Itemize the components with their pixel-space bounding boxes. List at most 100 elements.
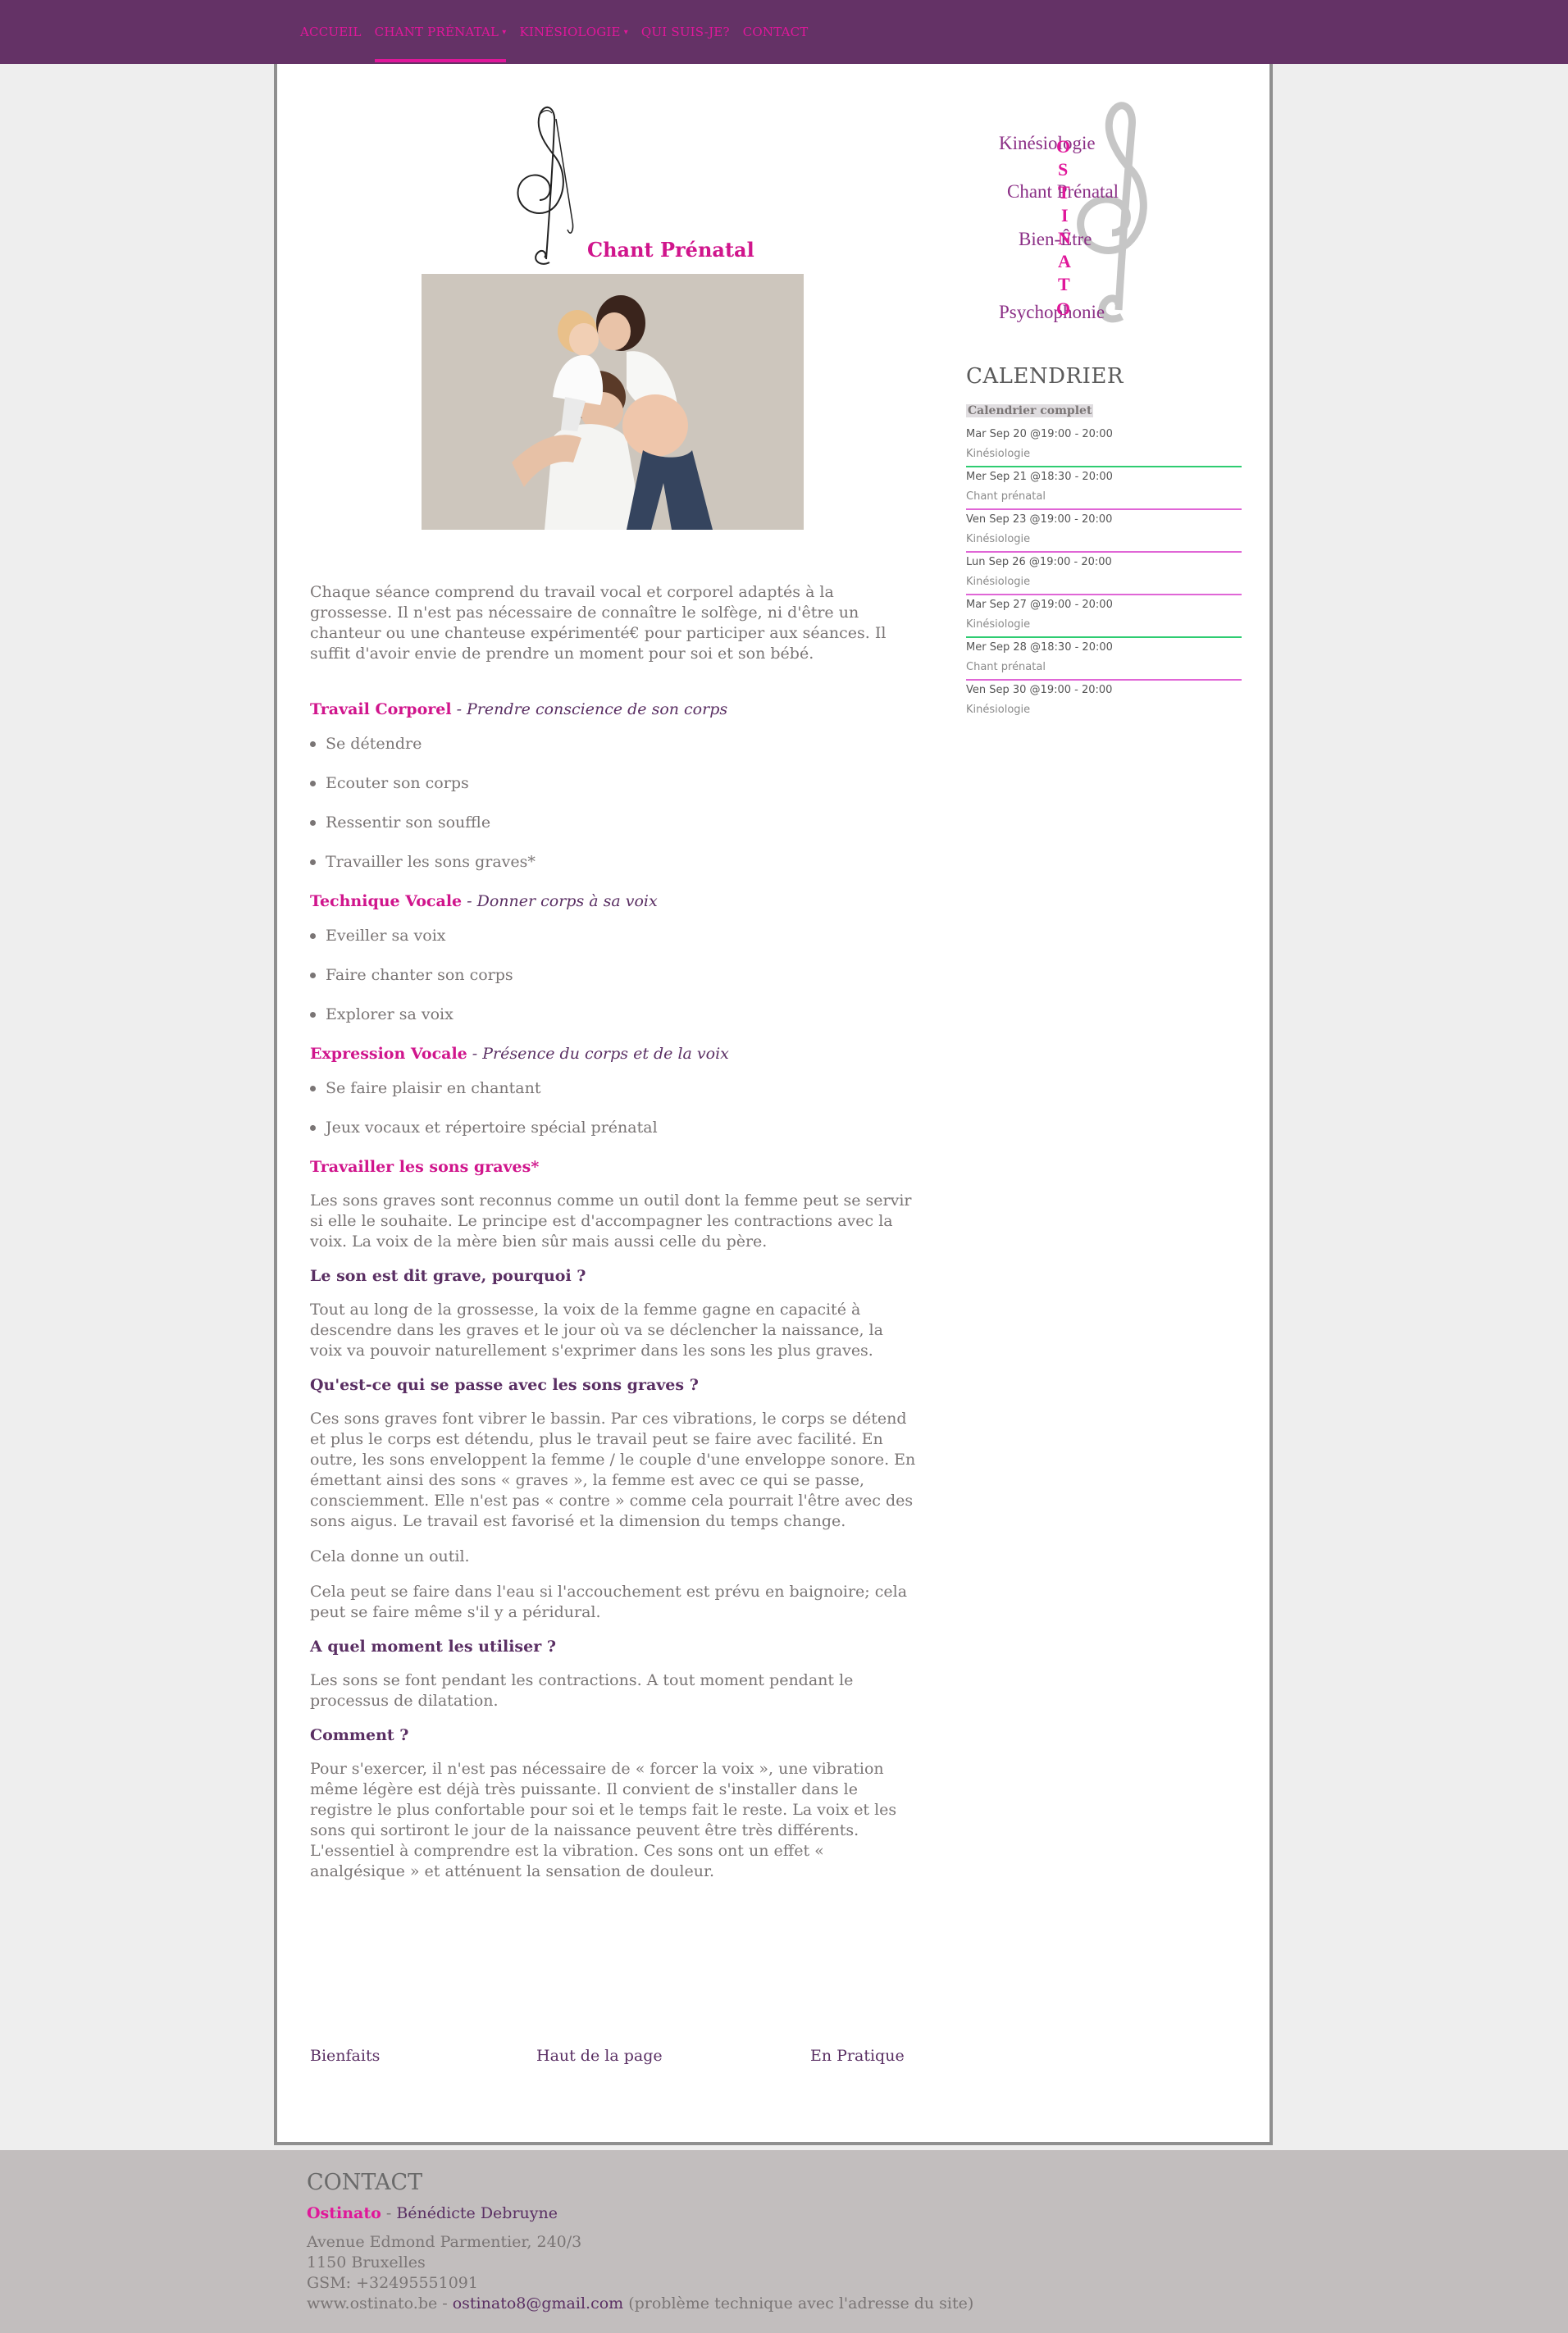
- calendar-event[interactable]: Mar Sep 20 @19:00 - 20:00 Kinésiologie: [966, 425, 1242, 467]
- section-title-text: Travail Corporel: [310, 700, 452, 718]
- section-title-text: Technique Vocale: [310, 892, 463, 910]
- event-date: Ven Sep 23 @19:00 - 20:00: [966, 513, 1113, 526]
- email-link[interactable]: ostinato8@gmail.com: [453, 2294, 623, 2312]
- list-item-text: Faire chanter son corps: [326, 966, 513, 984]
- list-item: Jeux vocaux et répertoire spécial prénat…: [310, 1119, 917, 1137]
- logo-word: Bien-Être: [1019, 229, 1092, 249]
- paragraph: Cela peut se faire dans l'eau si l'accou…: [310, 1583, 908, 1621]
- contact-footer: CONTACT Ostinato - Bénédicte Debruyne Av…: [0, 2150, 1568, 2333]
- event-title: Kinésiologie: [966, 618, 1031, 631]
- bullet-icon: [310, 780, 316, 786]
- question-heading: Comment ?: [310, 1726, 409, 1744]
- logo-word: Psychophonie: [999, 302, 1105, 322]
- full-calendar-link[interactable]: Calendrier complet: [966, 404, 1094, 417]
- photo-illustration: [422, 274, 804, 530]
- section-subtitle: - Présence du corps et de la voix: [467, 1045, 729, 1063]
- event-date: Mar Sep 27 @19:00 - 20:00: [966, 599, 1113, 611]
- paragraph: Les sons graves sont reconnus comme un o…: [310, 1192, 912, 1251]
- nav-item-kinesiologie[interactable]: Kinésiologie ▾: [513, 0, 634, 64]
- nav-item-qui-suis-je[interactable]: Qui suis-je?: [635, 0, 736, 64]
- event-title: Kinésiologie: [966, 704, 1031, 716]
- bullet-icon: [310, 932, 316, 939]
- prev-page-link[interactable]: Bienfaits: [310, 2047, 380, 2065]
- list-item: Ressentir son souffle: [310, 813, 917, 832]
- list-item: Se détendre: [310, 735, 917, 753]
- calendar-event[interactable]: Mer Sep 21 @18:30 - 20:00 Chant prénatal: [966, 467, 1242, 510]
- event-title: Chant prénatal: [966, 490, 1046, 503]
- list-item-text: Jeux vocaux et répertoire spécial prénat…: [326, 1119, 658, 1137]
- address-street: Avenue Edmond Parmentier, 240/3: [307, 2233, 582, 2251]
- main-menu: Accueil Chant Prénatal ▾ Kinésiologie ▾ Qu…: [294, 0, 815, 64]
- hero-header: Chant Prénatal: [310, 98, 917, 271]
- bullet-icon: [310, 1124, 316, 1131]
- logo-vertical-letters: O S T I N A T O: [1056, 136, 1075, 319]
- nav-item-accueil[interactable]: Accueil: [294, 0, 368, 64]
- bullet-icon: [310, 740, 316, 747]
- question-heading: Qu'est-ce qui se passe avec les sons gra…: [310, 1376, 699, 1394]
- section-subtitle: - Prendre conscience de son corps: [451, 700, 728, 718]
- paragraph: Les sons se font pendant les contraction…: [310, 1671, 854, 1710]
- bullet-icon: [310, 1011, 316, 1018]
- page-container: Chant Prénatal Chaque séance comprend du…: [274, 64, 1273, 2145]
- next-page-link[interactable]: En Pratique: [810, 2047, 905, 2065]
- list-item-text: Eveiller sa voix: [326, 927, 446, 945]
- event-title: Kinésiologie: [966, 533, 1031, 545]
- intro-paragraph: Chaque séance comprend du travail vocal …: [310, 583, 887, 663]
- calendar-event[interactable]: Ven Sep 30 @19:00 - 20:00 Kinésiologie: [966, 681, 1242, 723]
- section-title-expression-vocale: Expression Vocale - Présence du corps et…: [310, 1045, 917, 1063]
- nav-label: Accueil: [300, 25, 362, 39]
- paragraph: Tout au long de la grossesse, la voix de…: [310, 1301, 883, 1360]
- bullet-icon: [310, 859, 316, 865]
- calendar-event[interactable]: Mer Sep 28 @18:30 - 20:00 Chant prénatal: [966, 638, 1242, 681]
- nav-label: Contact: [742, 25, 809, 39]
- event-date: Mar Sep 20 @19:00 - 20:00: [966, 428, 1113, 440]
- section-title-text: Expression Vocale: [310, 1045, 467, 1063]
- list-item-text: Travailler les sons graves*: [326, 853, 536, 871]
- ostinato-logo: Kinésiologie Chant Prénatal Bien-Être Ps…: [999, 95, 1245, 333]
- list-item: Eveiller sa voix: [310, 927, 917, 945]
- calendar-event[interactable]: Mar Sep 27 @19:00 - 20:00 Kinésiologie: [966, 595, 1242, 638]
- article-body: Chaque séance comprend du travail vocal …: [310, 582, 917, 1882]
- nav-item-contact[interactable]: Contact: [736, 0, 815, 64]
- calendar-title: CALENDRIER: [966, 364, 1124, 389]
- paragraph: Ces sons graves font vibrer le bassin. P…: [310, 1410, 916, 1530]
- web-contact-line: www.ostinato.be - ostinato8@gmail.com (p…: [307, 2294, 1209, 2314]
- section-subtitle: - Donner corps à sa voix: [462, 892, 658, 910]
- site-note: (problème technique avec l'adresse du si…: [623, 2294, 974, 2312]
- treble-clef-logo: [517, 106, 574, 265]
- list-item: Faire chanter son corps: [310, 966, 917, 984]
- contact-title: CONTACT: [307, 2170, 423, 2195]
- event-title: Kinésiologie: [966, 448, 1031, 460]
- website-text: www.ostinato.be -: [307, 2294, 453, 2312]
- nav-label: Qui suis-je?: [640, 25, 730, 39]
- calendar-event[interactable]: Lun Sep 26 @19:00 - 20:00 Kinésiologie: [966, 553, 1242, 595]
- list-item-text: Ecouter son corps: [326, 774, 469, 792]
- section-title-sons-graves: Travailler les sons graves*: [310, 1158, 540, 1176]
- address-city: 1150 Bruxelles: [307, 2253, 426, 2271]
- bullet-icon: [310, 1085, 316, 1091]
- person-name: Bénédicte Debruyne: [396, 2204, 558, 2222]
- calendar-event[interactable]: Ven Sep 23 @19:00 - 20:00 Kinésiologie: [966, 510, 1242, 553]
- family-photo: [422, 274, 804, 530]
- question-heading: Le son est dit grave, pourquoi ?: [310, 1267, 586, 1285]
- contact-brand-line: Ostinato - Bénédicte Debruyne: [307, 2203, 1209, 2224]
- list-item: Ecouter son corps: [310, 774, 917, 792]
- section-title-technique-vocale: Technique Vocale - Donner corps à sa voi…: [310, 892, 917, 910]
- bullet-icon: [310, 819, 316, 826]
- ostinato-logo-graphic: Kinésiologie Chant Prénatal Bien-Être Ps…: [999, 102, 1147, 323]
- paragraph: Pour s'exercer, il n'est pas nécessaire …: [310, 1760, 897, 1880]
- list-item-text: Se détendre: [326, 735, 422, 753]
- logo-word: Kinésiologie: [999, 133, 1096, 153]
- list-item-text: Ressentir son souffle: [326, 813, 491, 832]
- caret-down-icon: ▾: [502, 27, 507, 37]
- list-item-text: Se faire plaisir en chantant: [326, 1079, 541, 1097]
- list-item: Travailler les sons graves*: [310, 853, 917, 871]
- calendar-event-list: Mar Sep 20 @19:00 - 20:00 Kinésiologie M…: [966, 425, 1242, 723]
- back-to-top-link[interactable]: Haut de la page: [536, 2047, 663, 2065]
- list-item: Se faire plaisir en chantant: [310, 1079, 917, 1097]
- bullet-icon: [310, 972, 316, 978]
- top-navigation-bar: Accueil Chant Prénatal ▾ Kinésiologie ▾ Qu…: [0, 0, 1568, 64]
- nav-item-chant-prenatal[interactable]: Chant Prénatal ▾: [368, 0, 513, 64]
- nav-label: Chant Prénatal: [374, 25, 499, 39]
- section-title-travail-corporel: Travail Corporel - Prendre conscience de…: [310, 700, 917, 718]
